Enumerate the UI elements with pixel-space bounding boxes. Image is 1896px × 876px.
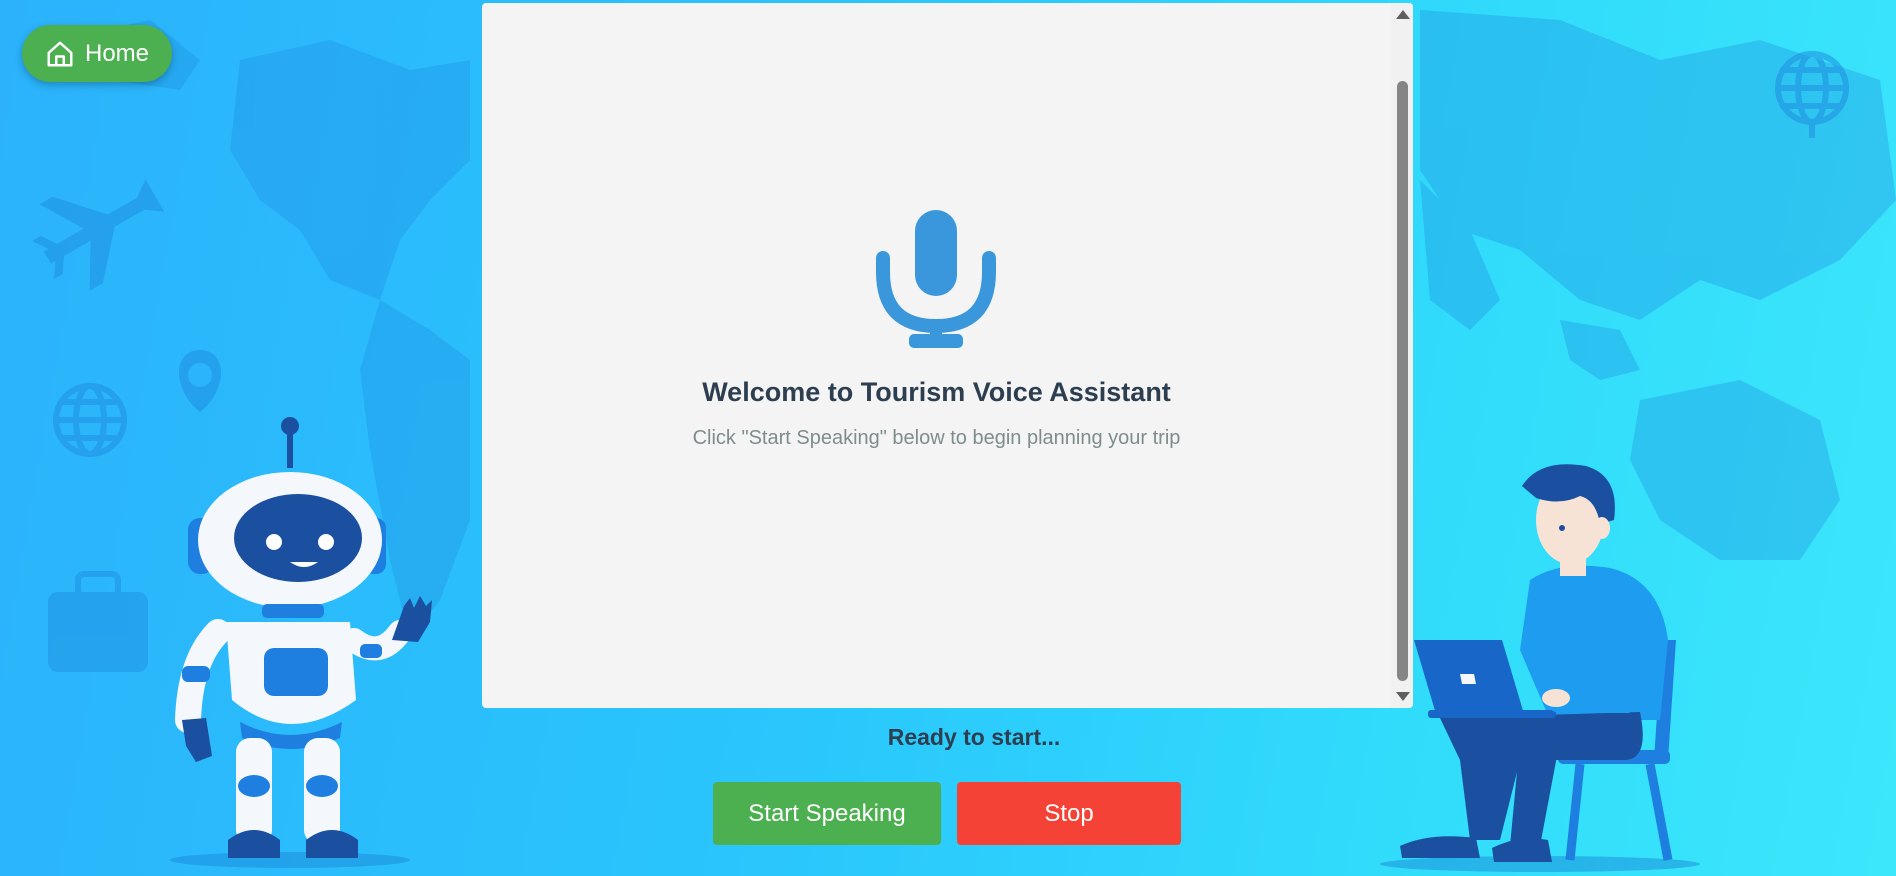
location-pin-icon: [179, 350, 221, 412]
home-button[interactable]: Home: [22, 25, 172, 82]
globe-icon: [53, 383, 127, 457]
microphone-icon: [876, 210, 996, 348]
scroll-up-arrow[interactable]: [1396, 10, 1410, 19]
stop-button[interactable]: Stop: [957, 782, 1181, 845]
home-icon: [45, 39, 75, 69]
scroll-thumb[interactable]: [1397, 81, 1408, 681]
welcome-subtitle: Click "Start Speaking" below to begin pl…: [692, 427, 1181, 449]
home-button-label: Home: [84, 39, 150, 67]
globe-icon: [1775, 51, 1849, 138]
conversation-panel: [482, 3, 1413, 708]
airplane-icon: [32, 179, 165, 291]
start-speaking-button[interactable]: Start Speaking: [713, 782, 941, 845]
robot-illustration: [170, 417, 432, 868]
status-text: Ready to start...: [887, 724, 1061, 750]
scroll-down-arrow[interactable]: [1396, 692, 1410, 701]
person-with-laptop-illustration: [1380, 464, 1700, 872]
panel-scrollbar[interactable]: [1391, 3, 1413, 708]
suitcase-icon: [48, 571, 148, 672]
welcome-title: Welcome to Tourism Voice Assistant: [702, 377, 1171, 407]
